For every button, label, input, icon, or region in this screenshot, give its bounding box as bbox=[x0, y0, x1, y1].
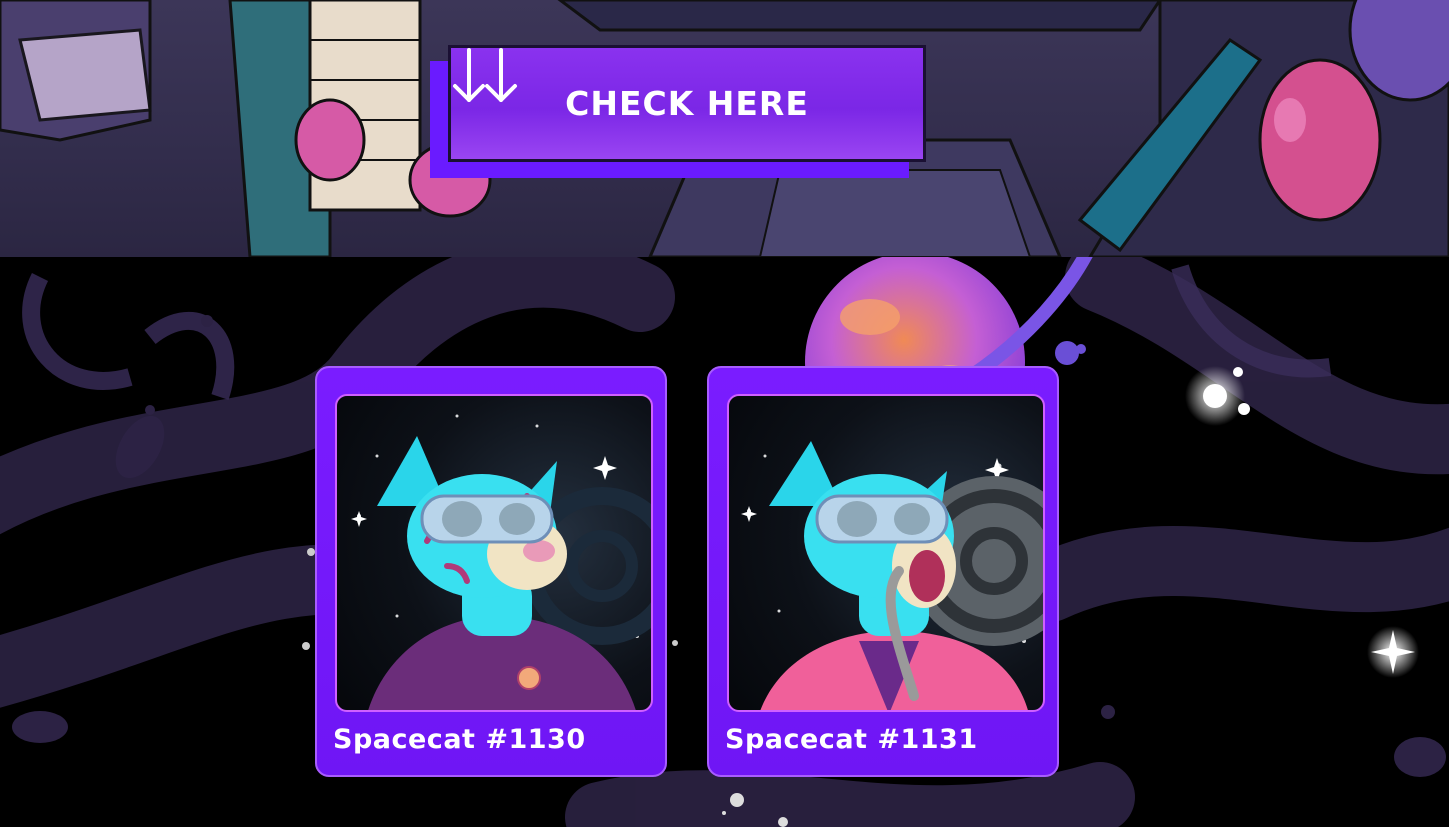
check-here-button[interactable]: CHECK HERE bbox=[448, 45, 926, 162]
cta-label: CHECK HERE bbox=[565, 84, 809, 123]
spacecat-nft-image bbox=[727, 394, 1045, 712]
spacecat-nft-image bbox=[351, 414, 651, 710]
arrow-down-icon bbox=[485, 48, 517, 102]
arrow-down-icon bbox=[453, 48, 485, 102]
card-title: Spacecat #1131 bbox=[725, 724, 978, 755]
card-title: Spacecat #1130 bbox=[333, 724, 586, 755]
hero-illustration: CHECK HERE bbox=[0, 0, 1449, 257]
nft-card[interactable]: Spacecat #1131 bbox=[707, 366, 1059, 777]
spacecat-nft-image bbox=[335, 394, 653, 712]
check-here-cta[interactable]: CHECK HERE bbox=[430, 45, 926, 179]
nft-card[interactable]: Spacecat #1130 bbox=[315, 366, 667, 777]
spacecat-nft-image bbox=[741, 441, 1043, 710]
